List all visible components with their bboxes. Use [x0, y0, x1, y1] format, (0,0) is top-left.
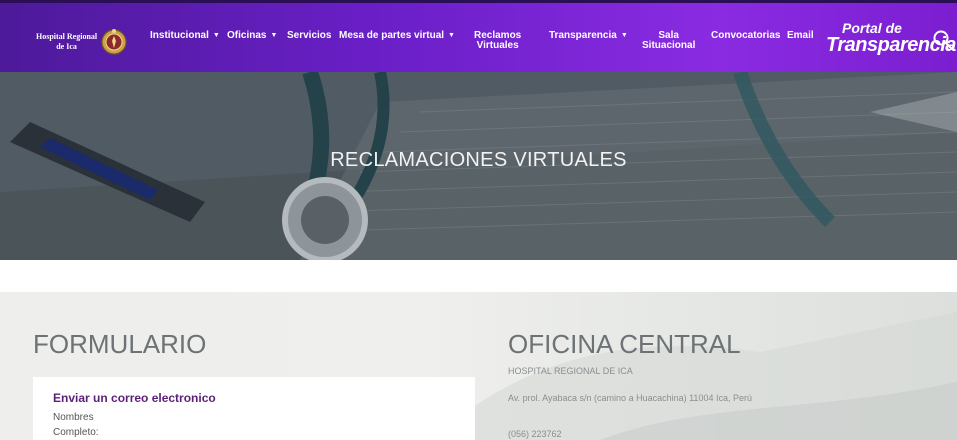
- nombres-label: Nombres: [53, 412, 94, 423]
- nav-situacional-label: Situacional: [642, 40, 696, 51]
- brand-name-line2: de Ica: [56, 42, 77, 51]
- nav-convocatorias[interactable]: Convocatorias: [711, 31, 780, 41]
- page-title: RECLAMACIONES VIRTUALES: [330, 149, 627, 171]
- office-heading: OFICINA CENTRAL: [508, 329, 741, 359]
- hospital-logo-link[interactable]: Hospital Regional de Ica: [36, 27, 127, 57]
- nav-oficinas[interactable]: Oficinas ▼: [227, 31, 277, 41]
- nav-servicios-label: Servicios: [287, 30, 332, 41]
- nav-email[interactable]: Email: [787, 31, 814, 41]
- nav-mesa-de-partes[interactable]: Mesa de partes virtual ▼: [339, 31, 455, 41]
- nav-sala-situacional[interactable]: Sala Situacional: [642, 31, 695, 51]
- hospital-seal-icon: [101, 29, 127, 55]
- nav-reclamos-virtuales[interactable]: Reclamos Virtuales: [474, 31, 521, 51]
- form-heading: FORMULARIO: [33, 329, 207, 359]
- nav-convocatorias-label: Convocatorias: [711, 30, 781, 41]
- brand-name-line1: Hospital Regional: [36, 32, 98, 41]
- nav-transparencia[interactable]: Transparencia ▼: [549, 31, 628, 41]
- top-navbar: Hospital Regional de Ica Institucional ▼ …: [0, 0, 957, 72]
- search-icon[interactable]: [932, 29, 954, 51]
- brand-name: Hospital Regional de Ica: [36, 32, 97, 52]
- nav-email-label: Email: [787, 30, 814, 41]
- office-name: HOSPITAL REGIONAL DE ICA: [508, 366, 633, 376]
- nav-servicios[interactable]: Servicios: [287, 31, 331, 41]
- nav-transparencia-label: Transparencia: [549, 30, 617, 41]
- chevron-down-icon: ▼: [620, 32, 628, 39]
- hero-banner: RECLAMACIONES VIRTUALES: [0, 72, 957, 260]
- content-section: FORMULARIO OFICINA CENTRAL Enviar un cor…: [0, 292, 957, 440]
- nav-institucional[interactable]: Institucional ▼: [150, 31, 220, 41]
- nav-institucional-label: Institucional: [150, 30, 209, 41]
- office-phone: (056) 223762: [508, 429, 562, 439]
- nav-virtuales-label: Virtuales: [476, 40, 519, 51]
- form-card-title: Enviar un correo electronico: [53, 391, 216, 405]
- contact-form-card: Enviar un correo electronico Nombres Com…: [33, 377, 475, 440]
- completo-label: Completo:: [53, 427, 99, 438]
- nav-oficinas-label: Oficinas: [227, 30, 267, 41]
- chevron-down-icon: ▼: [448, 32, 455, 39]
- chevron-down-icon: ▼: [270, 32, 278, 39]
- office-address: Av. prol. Ayabaca s/n (camino a Huacachi…: [508, 393, 752, 403]
- chevron-down-icon: ▼: [212, 32, 220, 39]
- nav-mesa-de-partes-label: Mesa de partes virtual: [339, 30, 445, 41]
